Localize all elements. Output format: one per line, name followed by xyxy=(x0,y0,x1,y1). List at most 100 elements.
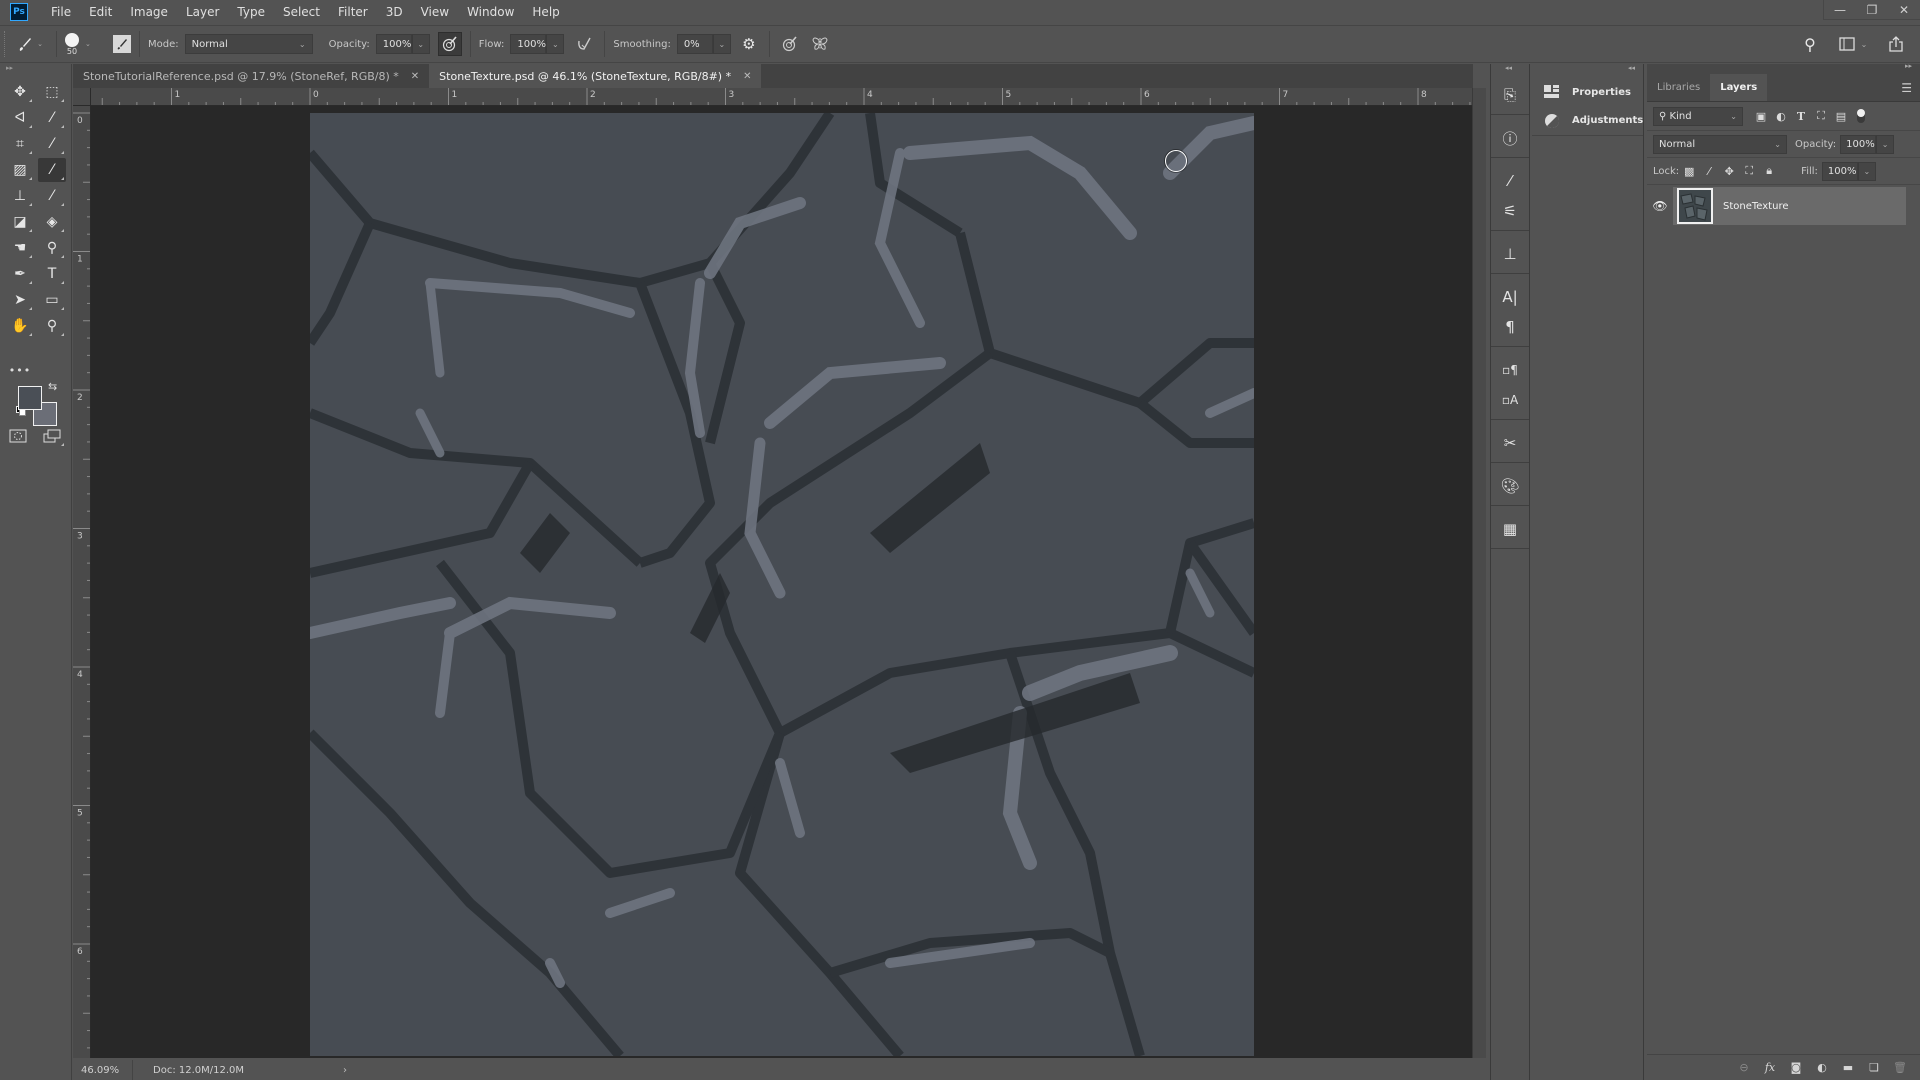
panel-menu-button[interactable]: ☰ xyxy=(1901,74,1920,101)
lasso-tool[interactable]: ᐊ xyxy=(6,106,34,130)
magic-wand-tool[interactable]: ⁄ xyxy=(38,106,66,130)
close-tab-icon[interactable]: ✕ xyxy=(411,71,419,82)
collapse-panel-icon[interactable]: ◂◂ xyxy=(1628,64,1635,74)
fill-dropdown[interactable]: ⌄ xyxy=(1857,161,1876,181)
lock-artboard-button[interactable]: ⛶ xyxy=(1739,162,1759,181)
share-button[interactable] xyxy=(1884,32,1908,56)
lock-transparent-button[interactable]: ▩ xyxy=(1679,162,1699,181)
layer-item-selected[interactable]: StoneTexture xyxy=(1673,187,1906,225)
lock-position-button[interactable]: ✥ xyxy=(1719,162,1739,181)
path-selection-tool[interactable]: ➤ xyxy=(6,288,34,312)
flow-dropdown[interactable]: ⌄ xyxy=(546,34,565,54)
options-grip[interactable] xyxy=(4,31,12,57)
hand-tool[interactable]: ✋ xyxy=(6,314,34,338)
menu-layer[interactable]: Layer xyxy=(177,5,228,19)
pressure-size-toggle[interactable] xyxy=(778,32,802,56)
collapse-dock-icon[interactable]: ◂◂ xyxy=(1505,64,1512,74)
tab-stone-texture[interactable]: StoneTexture.psd @ 46.1% (StoneTexture, … xyxy=(429,64,762,88)
canvas-scrollbar[interactable] xyxy=(1472,88,1486,1058)
menu-select[interactable]: Select xyxy=(274,5,329,19)
symmetry-button[interactable] xyxy=(808,32,832,56)
screen-mode-button[interactable] xyxy=(38,424,66,448)
new-layer-button[interactable]: ❏ xyxy=(1866,1060,1882,1076)
filter-smart-object-button[interactable]: ▤ xyxy=(1831,107,1851,126)
ruler-origin[interactable] xyxy=(73,88,91,106)
layer-opacity-dropdown[interactable]: ⌄ xyxy=(1876,134,1895,154)
zoom-level[interactable]: 46.09% xyxy=(73,1060,133,1080)
smudge-tool[interactable]: ☚ xyxy=(6,236,34,260)
rectangle-tool[interactable]: ▭ xyxy=(38,288,66,312)
tab-layers[interactable]: Layers xyxy=(1710,74,1768,101)
brush-settings-panel-button[interactable]: ⁄ xyxy=(1491,166,1529,196)
swatches-panel-button[interactable]: 🎨︎ xyxy=(1491,471,1529,501)
menu-window[interactable]: Window xyxy=(458,5,523,19)
crop-tool[interactable]: ⌗ xyxy=(6,132,34,156)
close-tab-icon[interactable]: ✕ xyxy=(743,71,751,82)
airbrush-toggle[interactable] xyxy=(572,32,596,56)
info-panel-button[interactable]: ⓘ xyxy=(1491,123,1529,153)
brushes-panel-button[interactable]: ⚟ xyxy=(1491,196,1529,226)
menu-file[interactable]: File xyxy=(42,5,80,19)
flow-input[interactable]: 100% xyxy=(510,34,547,54)
lock-pixels-button[interactable]: ⁄ xyxy=(1699,162,1719,181)
pressure-opacity-toggle[interactable] xyxy=(437,32,462,56)
filter-shape-button[interactable]: ⛶ xyxy=(1811,107,1831,126)
menu-type[interactable]: Type xyxy=(228,5,274,19)
clone-source-panel-button[interactable]: ⊥ xyxy=(1491,239,1529,269)
blend-mode-select[interactable]: Normal ⌄ xyxy=(1653,134,1787,154)
filter-kind-select[interactable]: ⚲ Kind ⌄ xyxy=(1653,106,1743,126)
adjustments-button[interactable]: Adjustments xyxy=(1532,106,1643,136)
new-group-button[interactable]: ▬ xyxy=(1840,1060,1856,1076)
smoothing-options-button[interactable]: ⚙ xyxy=(737,32,761,56)
swap-colors-icon[interactable]: ⇆ xyxy=(48,380,57,393)
character-styles-panel-button[interactable]: ▫A xyxy=(1491,385,1529,415)
move-tool[interactable]: ✥ xyxy=(6,80,34,104)
filter-type-button[interactable]: T xyxy=(1791,107,1811,126)
restore-button[interactable]: ❐ xyxy=(1856,0,1888,20)
smoothing-input[interactable]: 0% xyxy=(676,34,713,54)
menu-filter[interactable]: Filter xyxy=(329,5,377,19)
table-panel-button[interactable]: ▦ xyxy=(1491,514,1529,544)
opacity-input[interactable]: 100% xyxy=(375,34,412,54)
filter-toggle-switch[interactable] xyxy=(1851,107,1871,126)
layer-row[interactable]: 👁︎ StoneTexture xyxy=(1647,187,1920,225)
dodge-tool[interactable]: ⚲ xyxy=(38,236,66,260)
brush-tool[interactable]: ⁄ xyxy=(38,158,66,182)
eraser-tool[interactable]: ◪ xyxy=(6,210,34,234)
layer-style-button[interactable]: fx xyxy=(1762,1060,1778,1076)
horizontal-ruler[interactable]: 1 0 1 2 3 4 5 6 7 8 xyxy=(91,88,1472,106)
workspace-button[interactable]: ⌄ xyxy=(1836,32,1870,56)
close-button[interactable]: ✕ xyxy=(1888,0,1920,20)
layer-opacity-input[interactable]: 100% xyxy=(1840,134,1877,154)
tab-stone-tutorial-reference[interactable]: StoneTutorialReference.psd @ 17.9% (Ston… xyxy=(73,64,430,88)
brush-settings-toggle[interactable] xyxy=(113,35,131,53)
filter-adjustment-button[interactable]: ◐ xyxy=(1771,107,1791,126)
edit-toolbar-button[interactable]: ••• xyxy=(6,358,34,382)
mode-select[interactable]: Normal ⌄ xyxy=(184,34,313,54)
menu-3d[interactable]: 3D xyxy=(377,5,412,19)
properties-button[interactable]: Properties xyxy=(1532,78,1643,106)
minimize-button[interactable]: — xyxy=(1824,0,1856,20)
layer-visibility-toggle[interactable]: 👁︎ xyxy=(1647,199,1673,213)
add-mask-button[interactable]: ◙ xyxy=(1788,1060,1804,1076)
smoothing-dropdown[interactable]: ⌄ xyxy=(712,34,731,54)
menu-image[interactable]: Image xyxy=(121,5,177,19)
foreground-color-swatch[interactable] xyxy=(18,386,42,410)
tool-presets-panel-button[interactable]: ✂ xyxy=(1491,428,1529,458)
paragraph-styles-panel-button[interactable]: ▫¶ xyxy=(1491,355,1529,385)
document-canvas[interactable] xyxy=(310,113,1254,1056)
paragraph-panel-button[interactable]: ¶ xyxy=(1491,312,1529,342)
tab-libraries[interactable]: Libraries xyxy=(1647,74,1710,101)
link-layers-button[interactable]: ⊖ xyxy=(1736,1060,1752,1076)
clone-stamp-tool[interactable]: ⊥ xyxy=(6,184,34,208)
toolbar-collapse-button[interactable]: ▸▸ xyxy=(0,64,72,74)
eyedropper-tool[interactable]: ⁄ xyxy=(38,132,66,156)
menu-edit[interactable]: Edit xyxy=(80,5,121,19)
quick-mask-button[interactable] xyxy=(4,424,32,448)
type-tool[interactable]: T xyxy=(38,262,66,286)
paint-bucket-tool[interactable]: ◈ xyxy=(38,210,66,234)
pen-tool[interactable]: ✒ xyxy=(6,262,34,286)
history-brush-tool[interactable]: ⁄ xyxy=(38,184,66,208)
brush-picker[interactable]: 50 ⌄ xyxy=(65,32,109,56)
marquee-tool[interactable]: ⬚ xyxy=(38,80,66,104)
